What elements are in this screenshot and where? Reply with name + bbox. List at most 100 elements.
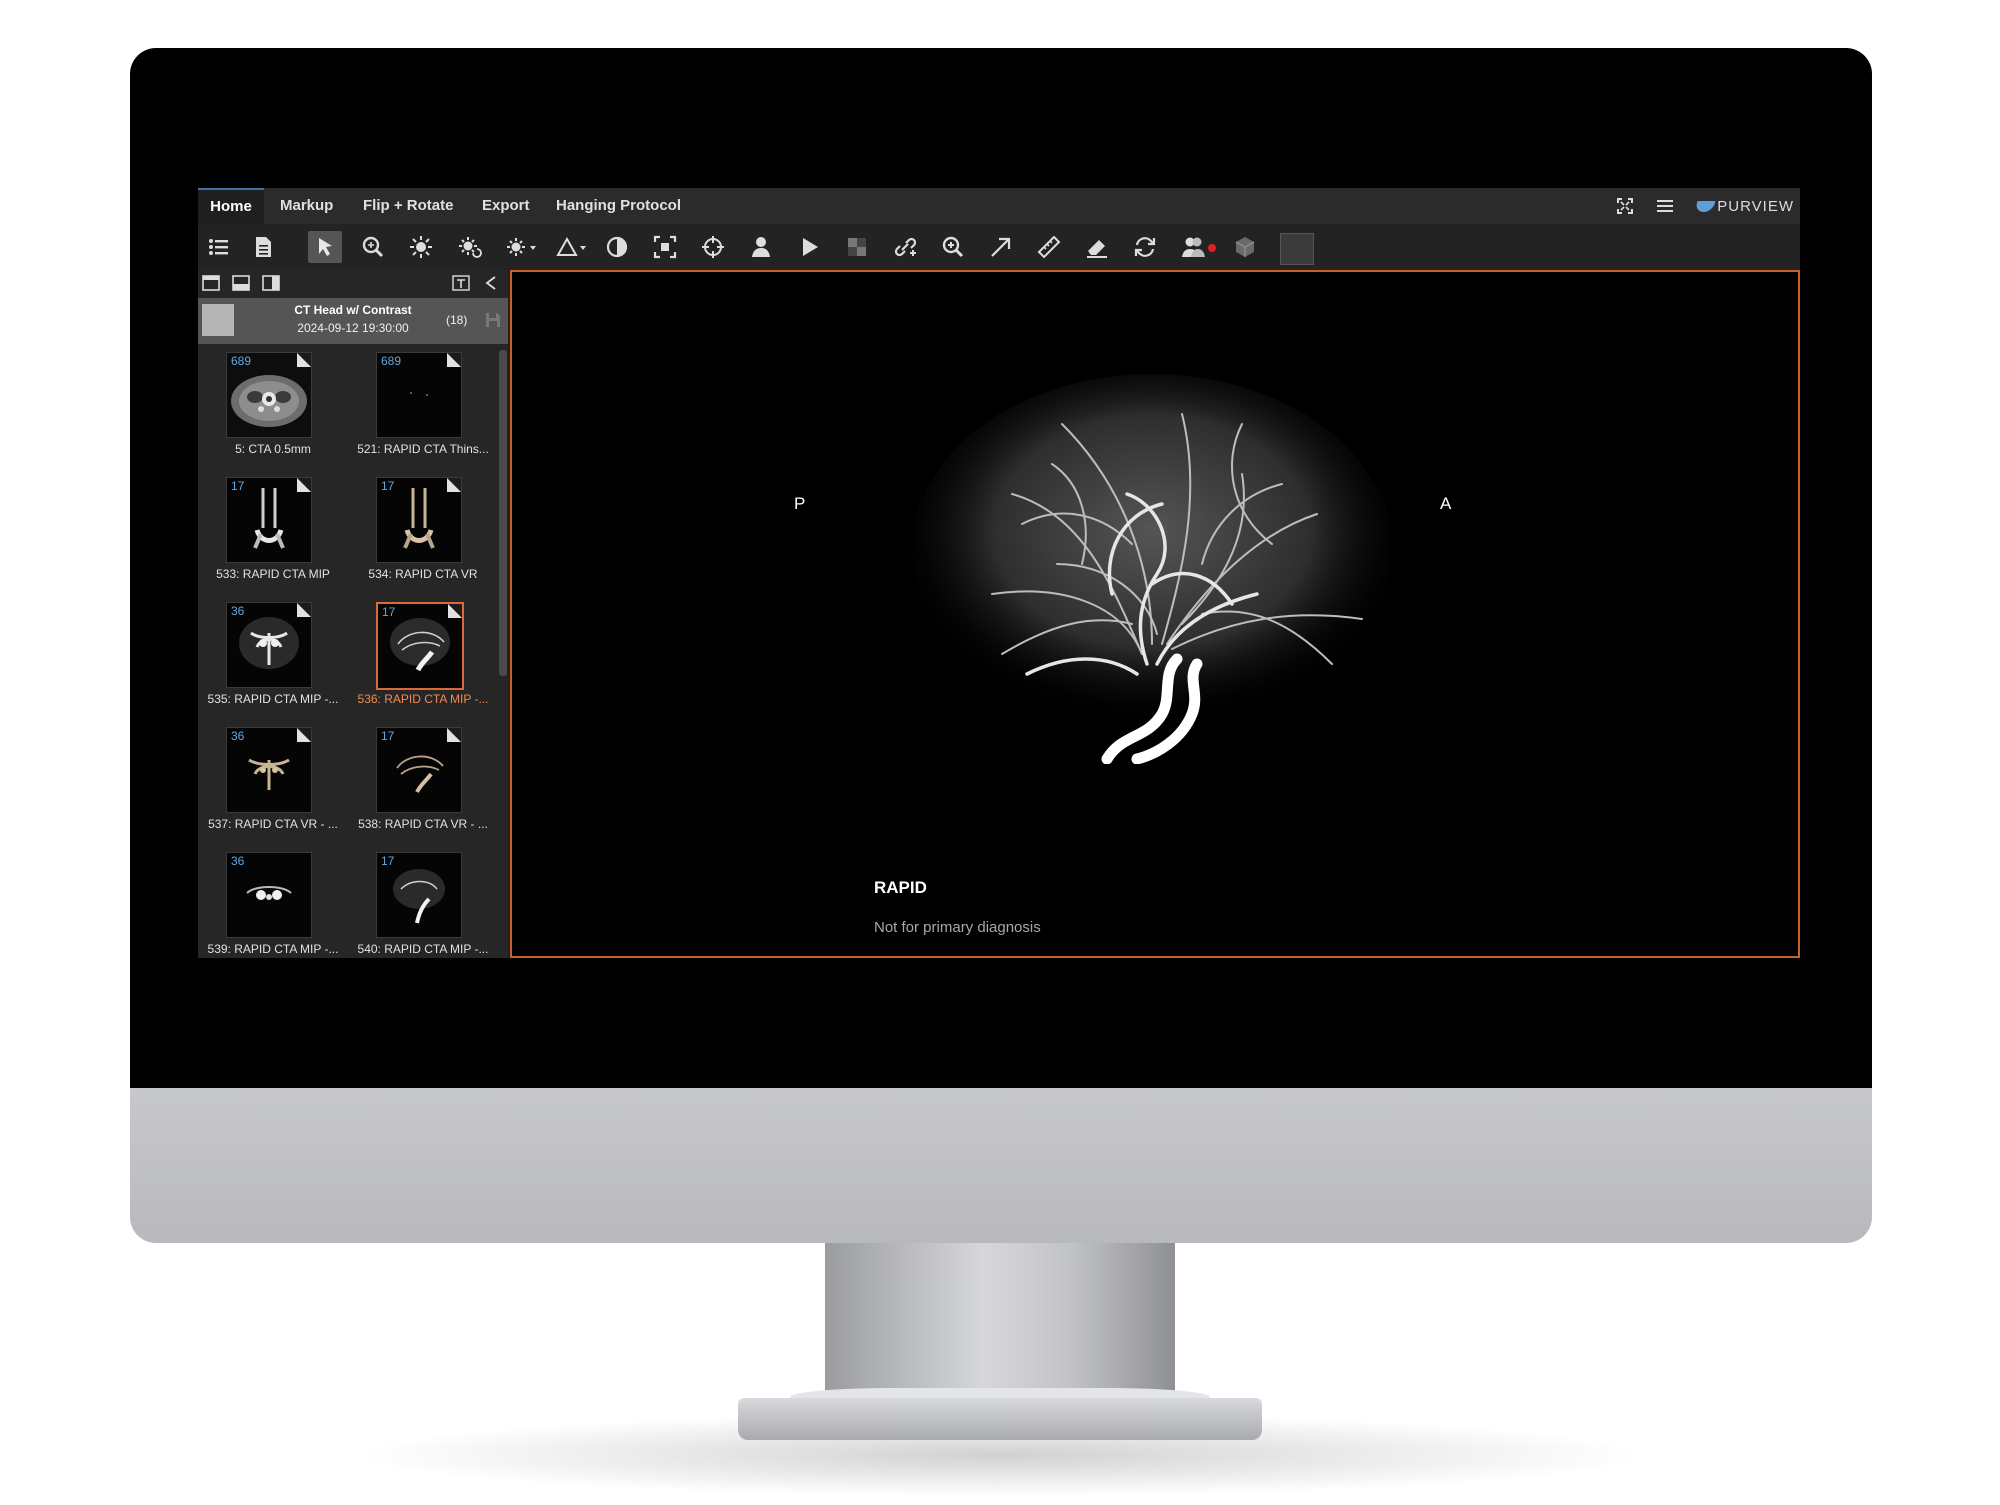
arrow-icon[interactable] [984,231,1018,263]
hamburger-menu-icon[interactable] [1656,198,1674,214]
series-scrollbar[interactable] [499,350,507,676]
viewer-app: Home Markup Flip + Rotate Export Hanging… [198,188,1800,958]
series-label: 540: RAPID CTA MIP -... [357,942,489,956]
series-image-count: 17 [382,605,396,619]
shape-icon[interactable] [550,231,594,263]
viewport-overlay-title: RAPID [874,878,927,897]
series-item[interactable]: 689 5: CTA 0.5mm [198,344,348,469]
page-corner-icon [297,728,311,742]
ruler-icon[interactable] [1032,231,1066,263]
user-icon[interactable] [744,231,778,263]
study-header[interactable]: CT Head w/ Contrast 2024-09-12 19:30:00 … [198,298,508,344]
series-item[interactable]: 36 537: RAPID CTA VR - ... [198,719,348,844]
brand-name: PURVIEW [1717,197,1794,215]
series-item-active[interactable]: 17 536: RAPID CTA MIP -... [348,594,498,719]
record-indicator [1208,244,1216,252]
pointer-icon[interactable] [308,231,342,263]
series-item[interactable]: 689 521: RAPID CTA Thins... [348,344,498,469]
series-thumbnail: 17 [376,477,462,563]
list-icon[interactable] [202,231,236,263]
play-icon[interactable] [792,231,826,263]
series-image-count: 17 [381,729,395,743]
page-corner-icon [297,478,311,492]
series-thumbnail: 689 [226,352,312,438]
series-item[interactable]: 36 535: RAPID CTA MIP -... [198,594,348,719]
series-image-count: 17 [381,854,395,868]
menu-bar: Home Markup Flip + Rotate Export Hanging… [198,188,1800,224]
brand-mark-icon [1694,200,1716,212]
series-list: 689 5: CTA 0.5mm 689 521: RAPID CTA Thin… [198,344,498,958]
cycle-icon[interactable] [1128,231,1162,263]
series-item[interactable]: 17 533: RAPID CTA MIP [198,469,348,594]
series-thumbnail: 36 [226,852,312,938]
series-image-count: 17 [381,479,395,493]
menu-right-controls: PURVIEW [1616,188,1794,224]
layout-right-icon[interactable] [262,274,280,292]
eraser-icon[interactable] [1080,231,1114,263]
series-thumbnail: 17 [376,602,464,690]
tab-hanging-protocol[interactable]: Hanging Protocol [556,188,681,224]
series-image-count: 36 [231,604,245,618]
series-item[interactable]: 17 540: RAPID CTA MIP -... [348,844,498,958]
brightness-icon[interactable] [404,231,438,263]
magnifier-icon[interactable] [936,231,970,263]
page-corner-icon [447,478,461,492]
series-label: 539: RAPID CTA MIP -... [207,942,339,956]
window-preset-icon[interactable] [500,231,544,263]
save-icon[interactable] [484,311,502,329]
collapse-sidebar-icon[interactable] [482,274,500,292]
link-icon[interactable] [888,231,922,263]
series-item[interactable]: 36 539: RAPID CTA MIP -... [198,844,348,958]
users-icon[interactable] [1176,231,1222,263]
series-item[interactable]: 17 534: RAPID CTA VR [348,469,498,594]
series-thumbnail: 17 [376,727,462,813]
layout-bottom-icon[interactable] [232,274,250,292]
series-image-count: 36 [231,854,245,868]
page-corner-icon [447,728,461,742]
series-label: 5: CTA 0.5mm [235,442,311,456]
tab-flip-rotate[interactable]: Flip + Rotate [363,188,453,224]
text-toggle-icon[interactable] [452,274,470,292]
color-swatch[interactable] [1280,233,1314,265]
study-series-count: (18) [446,313,468,327]
contrast-icon[interactable] [600,231,634,263]
tab-markup[interactable]: Markup [280,188,333,224]
orientation-left: P [794,494,806,513]
series-label: 536: RAPID CTA MIP -... [357,692,489,706]
document-icon[interactable] [246,231,280,263]
page-corner-icon [297,603,311,617]
series-image-count: 36 [231,729,245,743]
study-title: CT Head w/ Contrast [294,303,412,317]
page-corner-icon [297,353,311,367]
series-image-count: 689 [381,354,402,368]
layout-icon[interactable] [840,231,874,263]
brand-logo: PURVIEW [1694,197,1794,215]
orientation-right: A [1440,494,1452,513]
series-image-count: 689 [231,354,252,368]
series-thumbnail: 689 [376,352,462,438]
image-viewport[interactable]: P A RAPID Not for primary diagnosis [510,270,1800,958]
series-item[interactable]: 17 538: RAPID CTA VR - ... [348,719,498,844]
zoom-search-icon[interactable] [356,231,390,263]
tab-home[interactable]: Home [198,188,264,224]
series-thumbnail: 36 [226,727,312,813]
study-date: 2024-09-12 19:30:00 [297,321,409,335]
series-image-count: 17 [231,479,245,493]
series-thumbnail: 17 [376,852,462,938]
cube-icon[interactable] [1228,231,1262,263]
series-label: 535: RAPID CTA MIP -... [207,692,339,706]
auto-window-icon[interactable] [452,231,486,263]
tab-export[interactable]: Export [482,188,530,224]
layout-single-icon[interactable] [202,274,220,292]
layout-bar [198,270,508,298]
series-label: 534: RAPID CTA VR [368,567,478,581]
brain-angiogram-image [912,374,1392,764]
monitor-chin [130,1088,1872,1243]
monitor-stand-base [738,1398,1262,1440]
fullscreen-icon[interactable] [1616,197,1634,215]
crosshair-icon[interactable] [696,231,730,263]
fit-icon[interactable] [648,231,682,263]
series-label: 521: RAPID CTA Thins... [357,442,489,456]
monitor-stand-neck [825,1243,1175,1403]
toolbar [198,224,1800,270]
